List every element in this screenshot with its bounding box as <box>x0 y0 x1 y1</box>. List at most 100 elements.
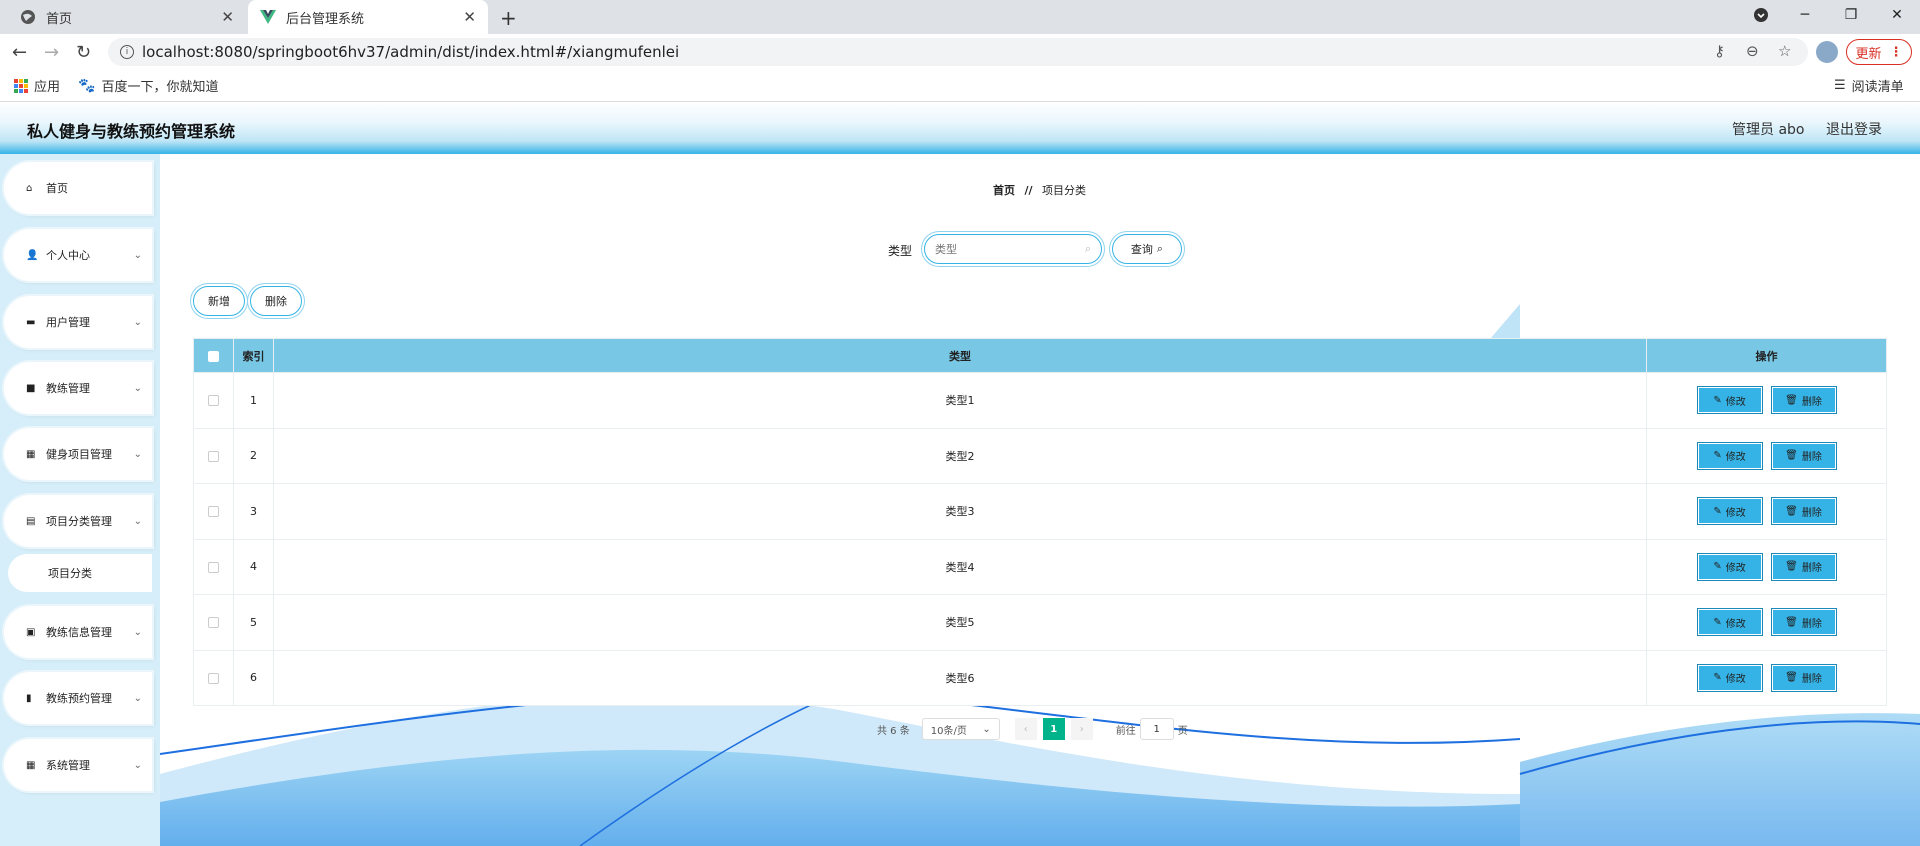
goto-page-input[interactable]: 1 <box>1139 718 1174 740</box>
page-size-select[interactable]: 10条/页 ⌄ <box>921 718 1000 740</box>
sidebar-item-label: 教练管理 <box>46 382 90 395</box>
update-label: 更新 <box>1855 46 1882 62</box>
site-info-icon[interactable]: i <box>120 45 134 59</box>
row-ops: ✎ 修改 🗑 删除 <box>1646 594 1887 651</box>
row-index: 3 <box>232 483 274 540</box>
delete-label: 删除 <box>1801 674 1822 686</box>
sidebar-item-coaches[interactable]: ■ 教练管理 ⌄ <box>4 362 152 414</box>
row-checkbox[interactable] <box>207 395 219 407</box>
browser-tab-admin[interactable]: 后台管理系统 ✕ <box>248 0 488 34</box>
page-unit-label: 页 <box>1177 725 1188 737</box>
edit-button[interactable]: ✎ 修改 <box>1696 663 1763 692</box>
breadcrumb-home[interactable]: 首页 <box>993 184 1015 197</box>
delete-label: 删除 <box>1801 396 1822 408</box>
delete-label: 删除 <box>1801 452 1822 464</box>
row-checkbox[interactable] <box>207 561 219 573</box>
minimize-icon[interactable]: ─ <box>1782 0 1828 30</box>
browser-tab-home[interactable]: 首页 ✕ <box>8 0 246 34</box>
sidebar-subitem-project-category[interactable]: 项目分类 <box>8 554 152 592</box>
pagination-total: 共 6 条 <box>877 725 910 737</box>
edit-icon: ✎ <box>1713 450 1722 462</box>
edit-icon: ✎ <box>1713 616 1722 628</box>
edit-label: 修改 <box>1725 396 1746 408</box>
next-page-icon[interactable]: › <box>1070 718 1093 740</box>
bookmark-apps[interactable]: 应用 <box>14 76 60 95</box>
goto-label: 前往 <box>1115 725 1136 737</box>
tab-title: 后台管理系统 <box>286 11 365 27</box>
table-row: 2 类型2 ✎ 修改 🗑 删除 <box>193 427 1887 484</box>
row-ops: ✎ 修改 🗑 删除 <box>1646 649 1887 706</box>
close-tab-icon[interactable]: ✕ <box>221 8 234 26</box>
page-size-value: 10条/页 <box>930 725 967 737</box>
new-tab-icon[interactable]: + <box>500 6 517 30</box>
row-index: 2 <box>232 427 274 484</box>
row-checkbox[interactable] <box>207 672 219 684</box>
add-label: 新增 <box>208 295 230 308</box>
search-field[interactable]: ⌕ <box>924 234 1102 264</box>
close-tab-icon[interactable]: ✕ <box>463 8 476 26</box>
sidebar-subitem-label: 项目分类 <box>48 567 92 580</box>
table-row: 6 类型6 ✎ 修改 🗑 删除 <box>193 649 1887 706</box>
restore-icon[interactable]: ❐ <box>1828 0 1874 30</box>
sidebar-item-system[interactable]: ▦ 系统管理 ⌄ <box>4 739 152 791</box>
back-icon[interactable]: ← <box>12 42 27 63</box>
page-number-current[interactable]: 1 <box>1042 718 1065 740</box>
sidebar-item-fitness-projects[interactable]: ▦ 健身项目管理 ⌄ <box>4 428 152 480</box>
row-checkbox[interactable] <box>207 506 219 518</box>
reading-list[interactable]: ☰ 阅读清单 <box>1834 76 1904 95</box>
row-index: 6 <box>232 649 274 706</box>
add-button[interactable]: 新增 <box>193 286 245 316</box>
edit-button[interactable]: ✎ 修改 <box>1696 386 1763 415</box>
query-button[interactable]: 查询 ⌕ <box>1112 234 1182 264</box>
delete-button[interactable]: 🗑 删除 <box>1770 552 1837 581</box>
reload-icon[interactable]: ↻ <box>76 42 91 63</box>
update-button[interactable]: 更新 ⋮ <box>1846 39 1912 65</box>
edit-button[interactable]: ✎ 修改 <box>1696 497 1763 526</box>
bookmark-star-icon[interactable]: ☆ <box>1778 42 1791 60</box>
breadcrumb-current: 项目分类 <box>1042 184 1087 197</box>
row-ops: ✎ 修改 🗑 删除 <box>1646 427 1887 484</box>
sidebar-item-project-category[interactable]: ▤ 项目分类管理 ⌄ <box>4 495 152 547</box>
edit-icon: ✎ <box>1713 561 1722 573</box>
edit-label: 修改 <box>1725 507 1746 519</box>
tab-search-icon[interactable] <box>1738 0 1784 30</box>
reading-list-label: 阅读清单 <box>1851 80 1904 95</box>
breadcrumb: 首页 // 项目分类 <box>993 182 1086 198</box>
edit-icon: ✎ <box>1713 672 1722 684</box>
search-input[interactable] <box>925 235 1065 263</box>
sidebar-item-users[interactable]: ▬ 用户管理 ⌄ <box>4 296 152 348</box>
key-icon[interactable]: ⚷ <box>1714 42 1725 60</box>
row-checkbox[interactable] <box>207 450 219 462</box>
trash-icon: 🗑 <box>1785 561 1798 573</box>
url-field[interactable]: i localhost:8080/springboot6hv37/admin/d… <box>108 38 1808 66</box>
select-all-checkbox[interactable] <box>207 350 219 362</box>
column-header-index: 索引 <box>232 338 274 373</box>
close-window-icon[interactable]: ✕ <box>1874 0 1920 30</box>
sidebar-item-coach-info[interactable]: ▣ 教练信息管理 ⌄ <box>4 606 152 658</box>
delete-button[interactable]: 🗑 删除 <box>1770 441 1837 470</box>
zoom-icon[interactable]: ⊖ <box>1746 42 1759 60</box>
search-icon: ⌕ <box>1156 242 1164 255</box>
forward-icon[interactable]: → <box>44 42 59 63</box>
edit-button[interactable]: ✎ 修改 <box>1696 608 1763 637</box>
row-type: 类型5 <box>272 594 1648 651</box>
row-ops: ✎ 修改 🗑 删除 <box>1646 538 1887 595</box>
logout-link[interactable]: 退出登录 <box>1826 119 1882 139</box>
table-header-row: 索引 类型 操作 <box>193 338 1887 373</box>
delete-button[interactable]: 🗑 删除 <box>1770 608 1837 637</box>
prev-page-icon[interactable]: ‹ <box>1014 718 1037 740</box>
sidebar-item-label: 个人中心 <box>46 249 90 262</box>
edit-button[interactable]: ✎ 修改 <box>1696 552 1763 581</box>
sidebar-item-personal-center[interactable]: 👤 个人中心 ⌄ <box>4 229 152 281</box>
edit-button[interactable]: ✎ 修改 <box>1696 441 1763 470</box>
delete-button[interactable]: 🗑 删除 <box>1770 386 1837 415</box>
sidebar-item-home[interactable]: ⌂ 首页 <box>4 162 152 214</box>
bookmark-baidu[interactable]: 🐾 百度一下，你就知道 <box>78 76 218 96</box>
sidebar-item-coach-booking[interactable]: ▮ 教练预约管理 ⌄ <box>4 672 152 724</box>
row-checkbox[interactable] <box>207 617 219 629</box>
profile-avatar[interactable] <box>1816 41 1838 63</box>
batch-delete-button[interactable]: 删除 <box>250 286 302 316</box>
batch-delete-label: 删除 <box>265 295 287 308</box>
delete-button[interactable]: 🗑 删除 <box>1770 497 1837 526</box>
delete-button[interactable]: 🗑 删除 <box>1770 663 1837 692</box>
